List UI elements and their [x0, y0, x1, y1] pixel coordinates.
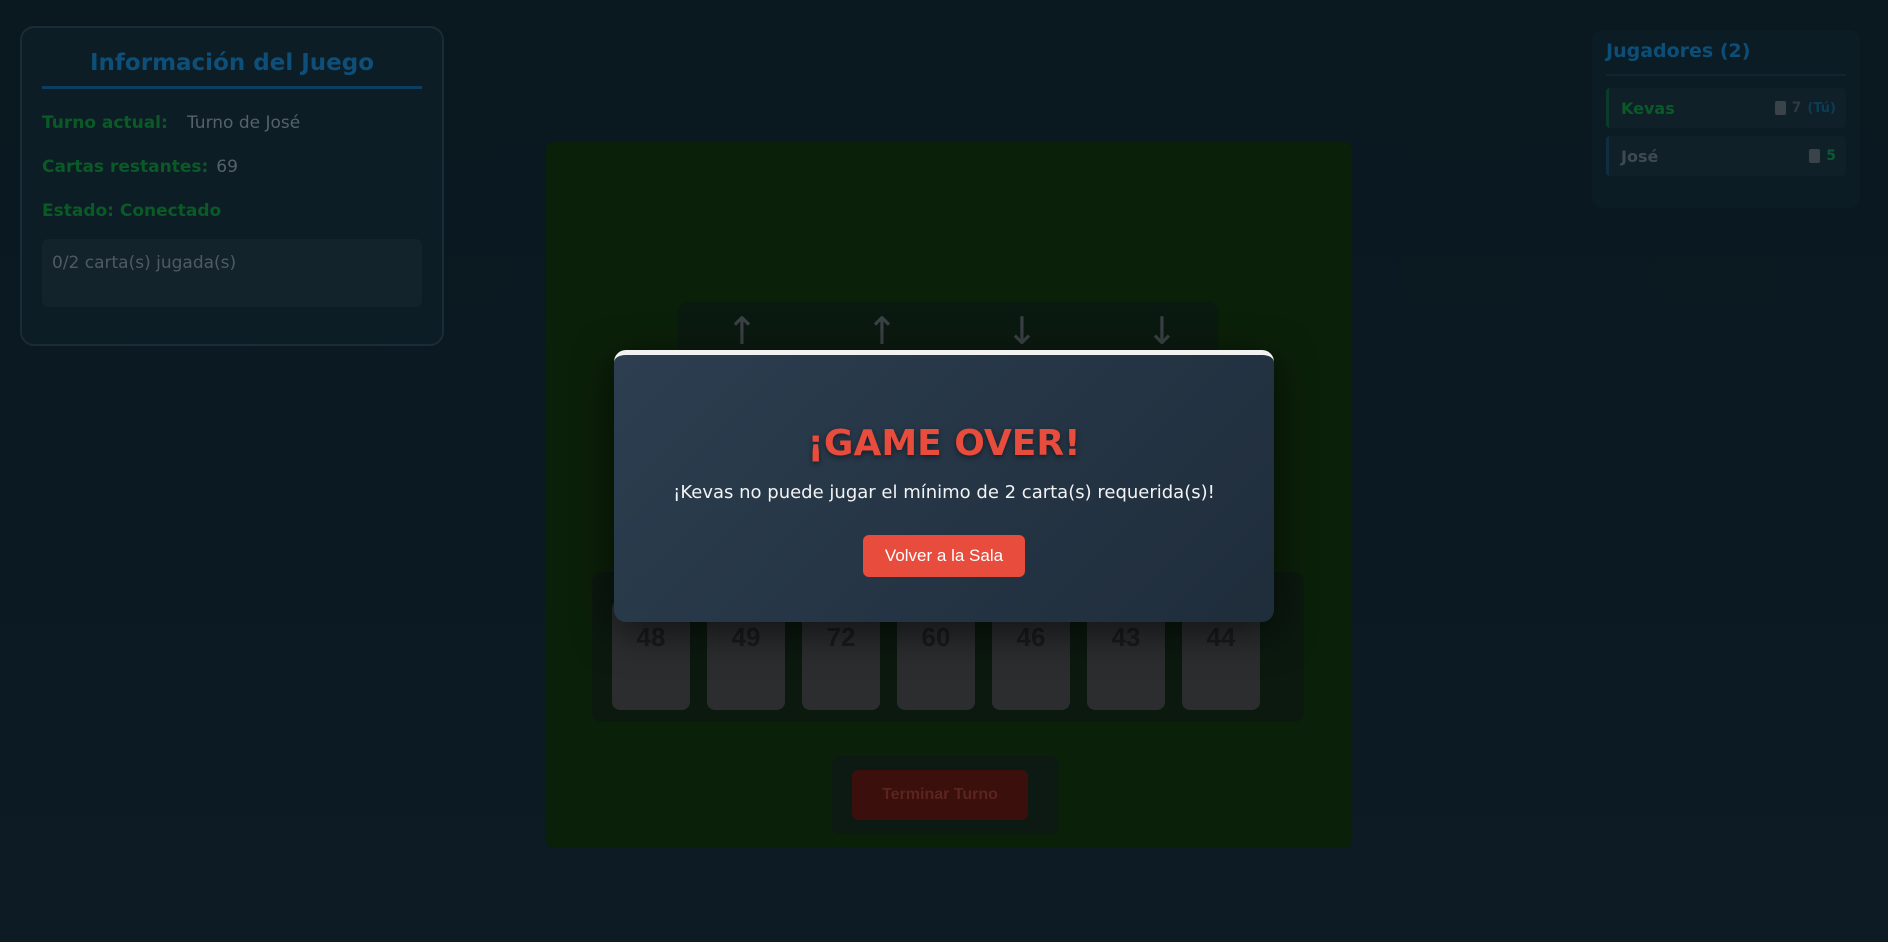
game-over-modal: ¡GAME OVER! ¡Kevas no puede jugar el mín…	[614, 350, 1274, 622]
game-screen: Información del Juego Turno actual: Turn…	[0, 0, 1888, 942]
game-over-message: ¡Kevas no puede jugar el mínimo de 2 car…	[673, 482, 1215, 503]
game-over-title: ¡GAME OVER!	[807, 423, 1081, 464]
return-to-lobby-button[interactable]: Volver a la Sala	[863, 535, 1025, 577]
